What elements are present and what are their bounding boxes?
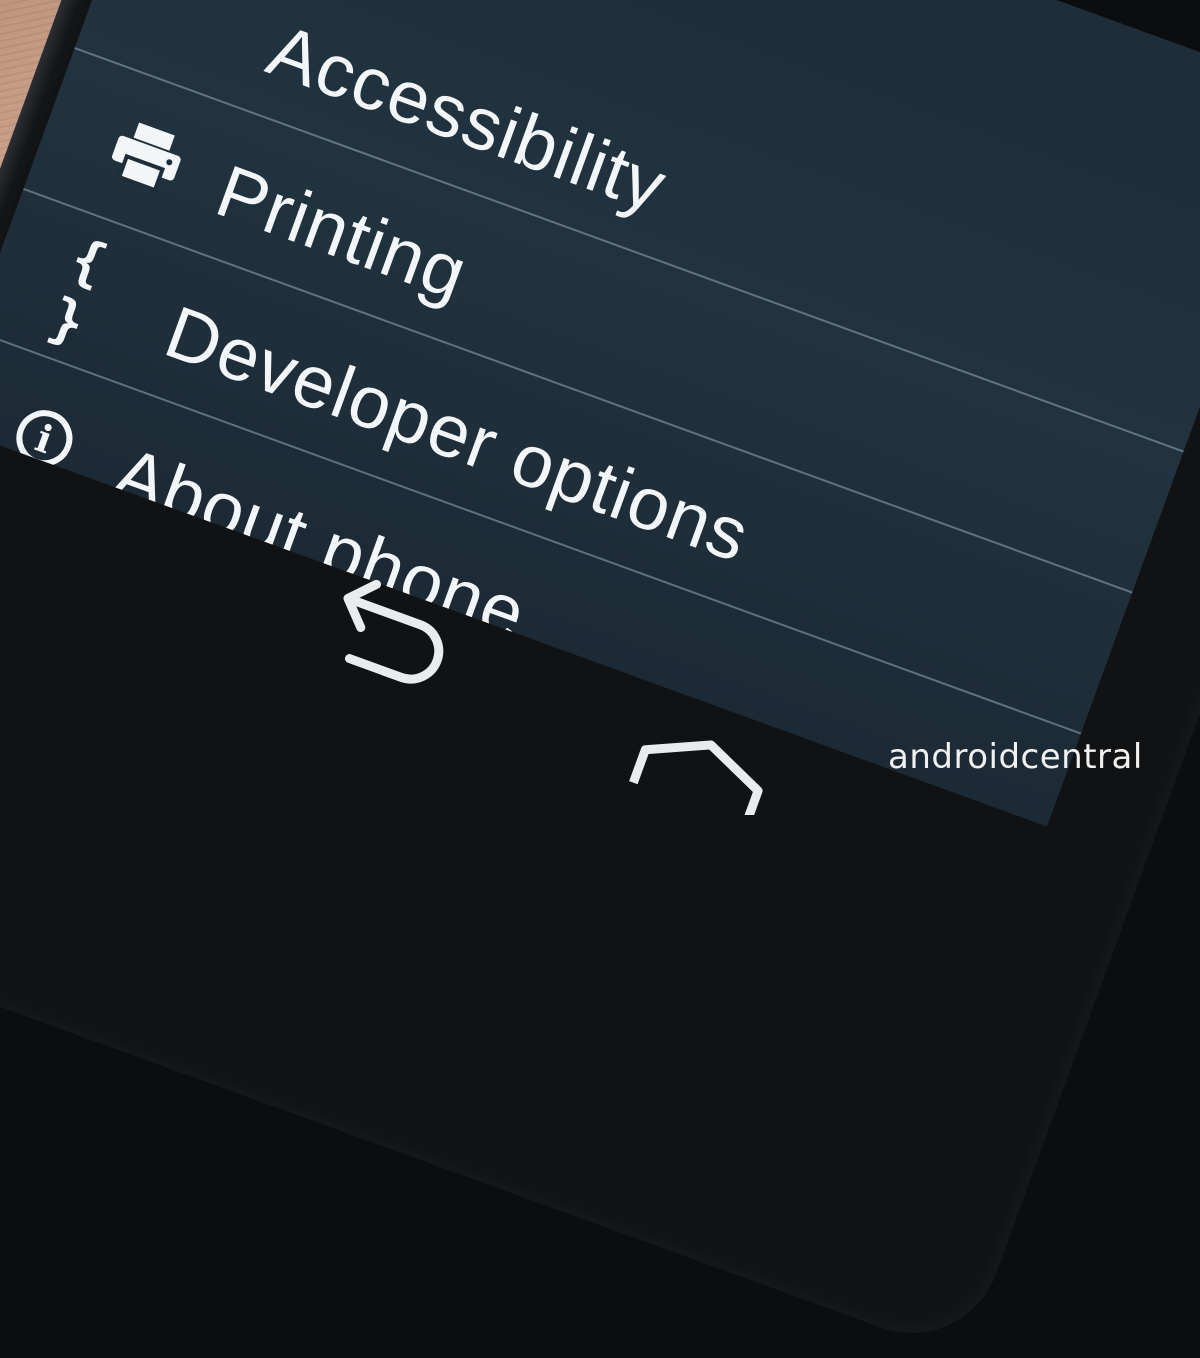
braces-icon: { }: [41, 226, 123, 359]
back-button[interactable]: [310, 570, 470, 700]
watermark-logo: androidcentral: [888, 737, 1143, 777]
printer-icon: [104, 116, 190, 196]
back-arrow-icon: [343, 579, 444, 684]
home-button[interactable]: [620, 735, 780, 826]
home-icon: [629, 740, 763, 826]
